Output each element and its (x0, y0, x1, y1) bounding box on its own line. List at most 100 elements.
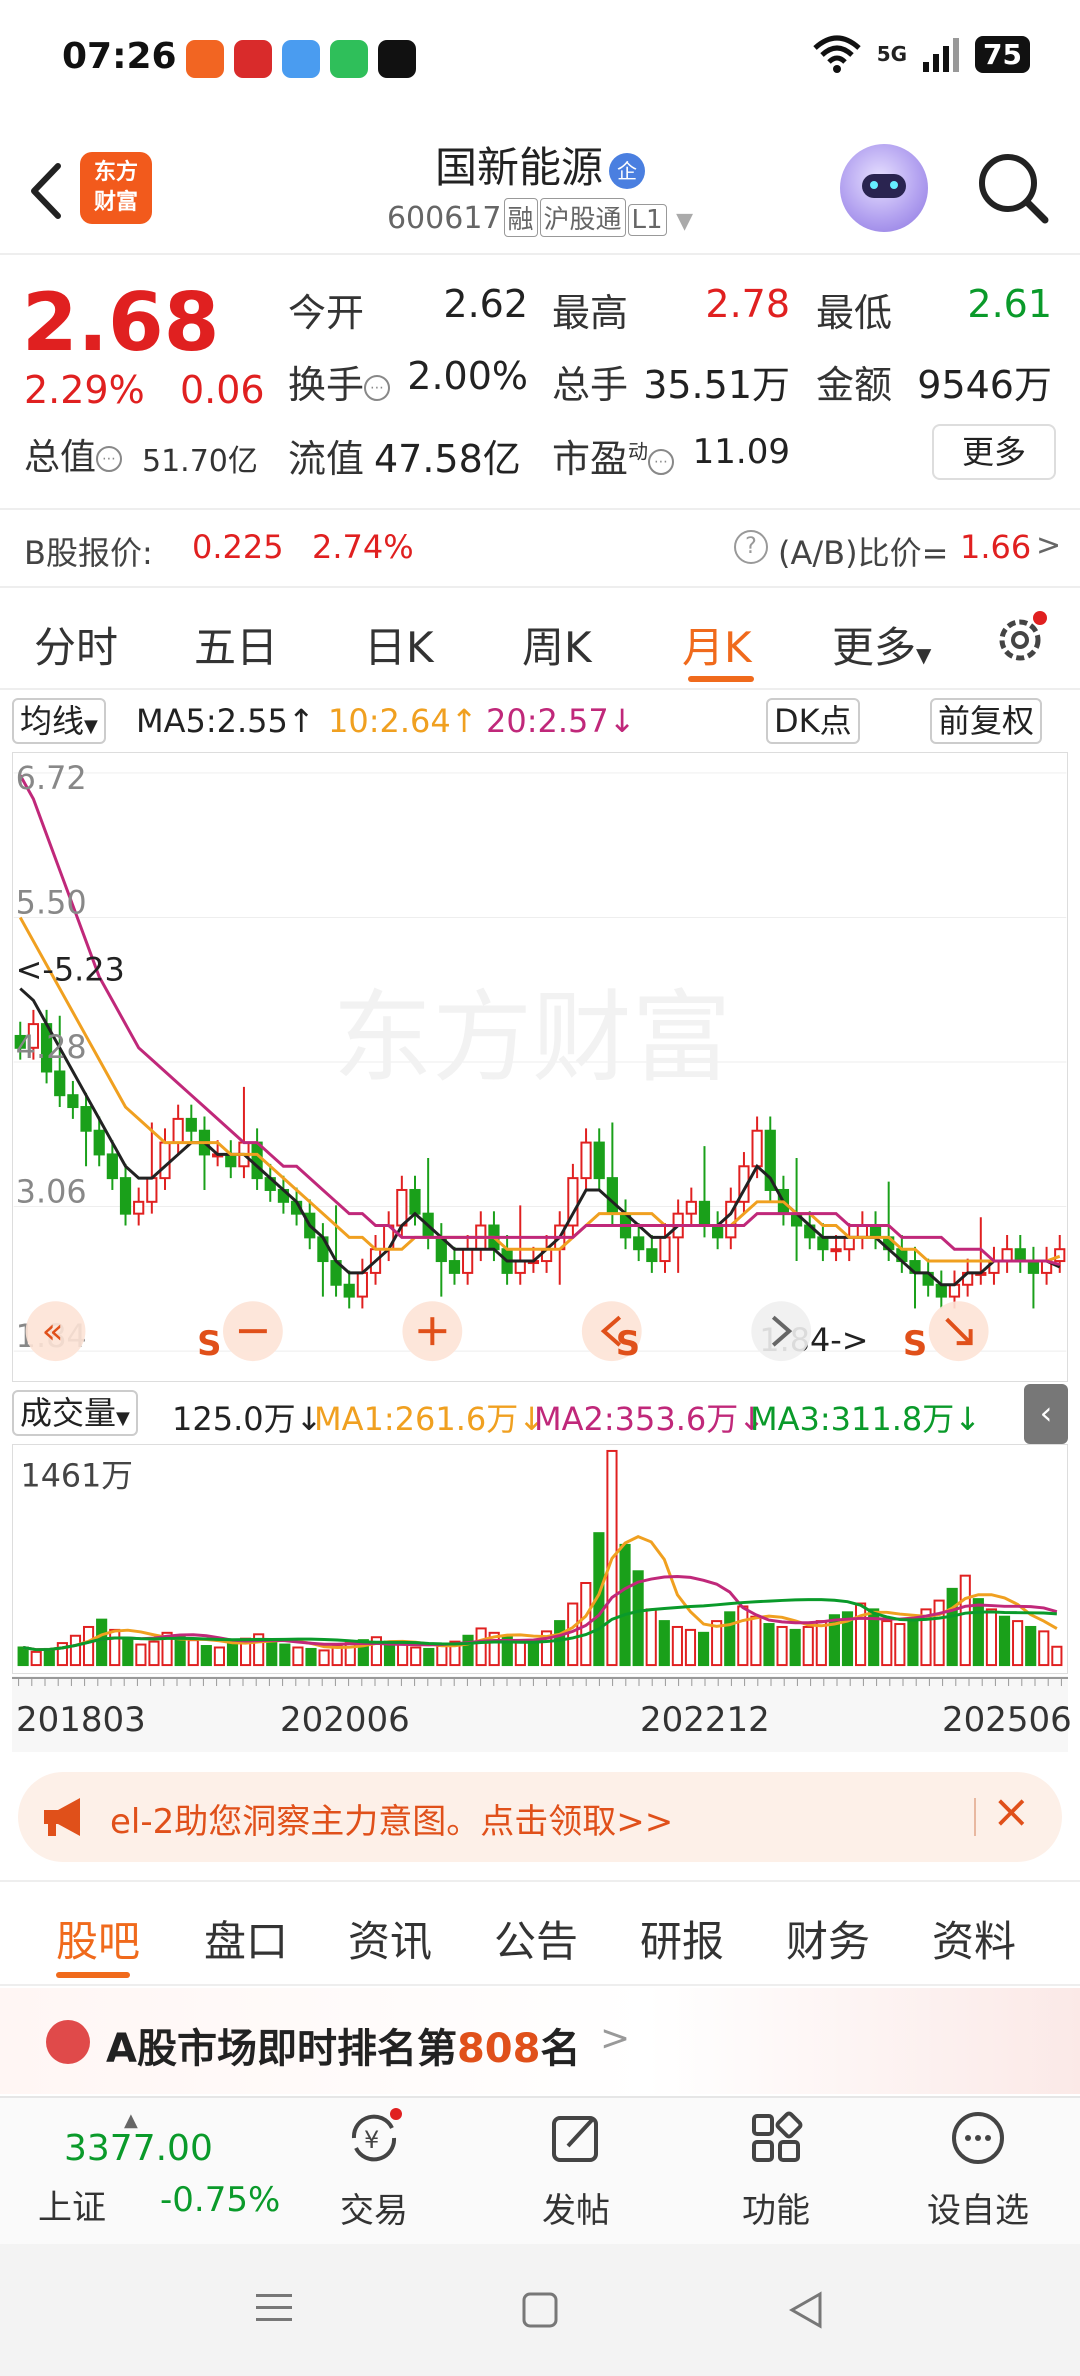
home-icon[interactable] (520, 2290, 560, 2330)
current-price: 2.68 (22, 276, 220, 369)
volume-bar (148, 1640, 160, 1667)
candle-body (606, 1177, 618, 1215)
gear-icon[interactable] (992, 610, 1048, 666)
volume-ma1: MA1:261.6万↓ (314, 1400, 546, 1438)
candle-body (948, 1283, 961, 1298)
info-icon[interactable]: ⋯ (96, 446, 123, 472)
volume-bar (436, 1645, 448, 1667)
ma20-value: 20:2.57↓ (486, 702, 636, 740)
date-label: 202006 (280, 1700, 410, 1740)
sell-signal: S (903, 1324, 927, 1363)
add-watchlist-button[interactable]: 设自选 (918, 2108, 1038, 2232)
tab-financials[interactable]: 财务 (786, 1908, 870, 1969)
zoom-in-button[interactable] (402, 1301, 463, 1362)
percent-change: 2.29% (24, 368, 145, 412)
tab-news[interactable]: 资讯 (348, 1908, 432, 1969)
tab-research[interactable]: 研报 (640, 1908, 724, 1969)
dropdown-arrow-icon: ▼ (916, 643, 932, 667)
tab-weekly-k[interactable]: 周K (522, 614, 592, 675)
menu-icon[interactable] (254, 2290, 294, 2326)
collapse-arrow-button[interactable] (928, 1301, 989, 1362)
tab-monthly-k[interactable]: 月K (682, 614, 752, 675)
post-button[interactable]: 发帖 (516, 2108, 636, 2232)
tab-stock-forum[interactable]: 股吧 (56, 1908, 140, 1969)
volume-bar (226, 1642, 239, 1667)
volume-bar (815, 1620, 827, 1667)
volume-bar (266, 1640, 278, 1667)
promo-banner[interactable]: el-2助您洞察主力意图。点击领取>> × (18, 1772, 1062, 1862)
tab-profile[interactable]: 资料 (932, 1908, 1016, 1969)
volume-bar (802, 1625, 814, 1667)
app-notification-icon (330, 40, 368, 78)
ma-type-select[interactable]: 均线▼ (12, 698, 106, 744)
volume-bar (174, 1636, 186, 1667)
candle-body (1027, 1260, 1040, 1274)
low-label: 最低 (816, 291, 893, 335)
b-share-pct: 2.74% (312, 528, 414, 566)
volume-bar (122, 1637, 134, 1667)
volume-bar (998, 1615, 1011, 1667)
volume-type-select[interactable]: 成交量▼ (12, 1390, 138, 1436)
robot-assistant-avatar[interactable] (840, 144, 928, 232)
amount-label: 金额 (816, 363, 893, 407)
collapse-panel-button[interactable]: ‹ (1024, 1384, 1068, 1444)
back-icon[interactable] (786, 2290, 826, 2330)
search-icon[interactable] (975, 150, 1051, 226)
candle-body (146, 1177, 158, 1203)
volume-bar (423, 1647, 435, 1667)
candle-body (659, 1236, 671, 1263)
tab-announcements[interactable]: 公告 (494, 1908, 578, 1969)
step-right-button[interactable] (751, 1301, 812, 1362)
market-rank-row[interactable]: A股市场即时排名第808名 > (0, 1988, 1080, 2094)
candle-body (119, 1177, 132, 1215)
tab-daily-k[interactable]: 日K (364, 614, 434, 675)
app-notification-icon (186, 40, 224, 78)
amount-value: 9546万 (917, 363, 1052, 407)
info-icon[interactable]: ⋯ (648, 448, 675, 475)
candle-body (698, 1200, 711, 1227)
y-axis-label: 3.06 (16, 1173, 87, 1211)
candle-body (1014, 1248, 1026, 1263)
b-share-row[interactable]: B股报价: 0.225 2.74% ? (A/B)比价= 1.66 > (0, 508, 1080, 588)
ma5-value: MA5:2.55↑ (136, 702, 315, 740)
candle-body (172, 1117, 184, 1144)
wifi-icon (813, 35, 861, 73)
volume-bar (1025, 1625, 1037, 1667)
candle-body (751, 1129, 763, 1168)
zoom-out-button[interactable] (223, 1301, 283, 1362)
float-value-label: 流值 (288, 437, 365, 481)
scroll-left-button[interactable]: « (25, 1301, 86, 1362)
dk-point-button[interactable]: DK点 (766, 698, 860, 744)
volume-chart[interactable]: 1461万 (12, 1444, 1068, 1674)
index-value: 3377.00 (64, 2128, 213, 2169)
sell-signal: S (197, 1324, 221, 1363)
volume-bar (855, 1602, 867, 1667)
tab-more[interactable]: 更多▼ (832, 614, 931, 675)
tab-order-book[interactable]: 盘口 (204, 1908, 288, 1969)
info-icon[interactable]: ⋯ (364, 374, 391, 401)
functions-button[interactable]: 功能 (716, 2108, 836, 2232)
low-value: 2.61 (967, 282, 1052, 326)
rank-text: A股市场即时排名第808名 (106, 2026, 581, 2072)
volume-bar (894, 1623, 906, 1667)
help-icon[interactable]: ? (734, 530, 768, 564)
total-value: 51.70亿 (142, 444, 258, 479)
more-quote-button[interactable]: 更多 (932, 424, 1056, 480)
candle-body (856, 1224, 868, 1239)
date-label: 201803 (16, 1700, 146, 1740)
open-label: 今开 (288, 291, 365, 335)
ma10-value: 10:2.64↑ (328, 702, 478, 740)
adjust-mode-button[interactable]: 前复权 (930, 698, 1043, 744)
high-value: 2.78 (705, 282, 790, 326)
high-label: 最高 (552, 291, 629, 335)
tab-five-day[interactable]: 五日 (194, 614, 278, 675)
close-icon[interactable]: × (992, 1784, 1031, 1838)
trade-button[interactable]: ¥ 交易 (314, 2108, 434, 2232)
svg-text:¥: ¥ (364, 2126, 379, 2154)
volume-bar (671, 1625, 683, 1667)
index-change: -0.75% (160, 2180, 281, 2220)
candlestick-chart[interactable]: 东方财富 6.725.504.283.061.84 <-5.23 1.84-> … (12, 752, 1068, 1382)
volume-bar (30, 1650, 42, 1667)
index-ticker[interactable]: ▲ 3377.00 上证 -0.75% (30, 2110, 280, 2230)
tab-timeshare[interactable]: 分时 (34, 614, 118, 675)
